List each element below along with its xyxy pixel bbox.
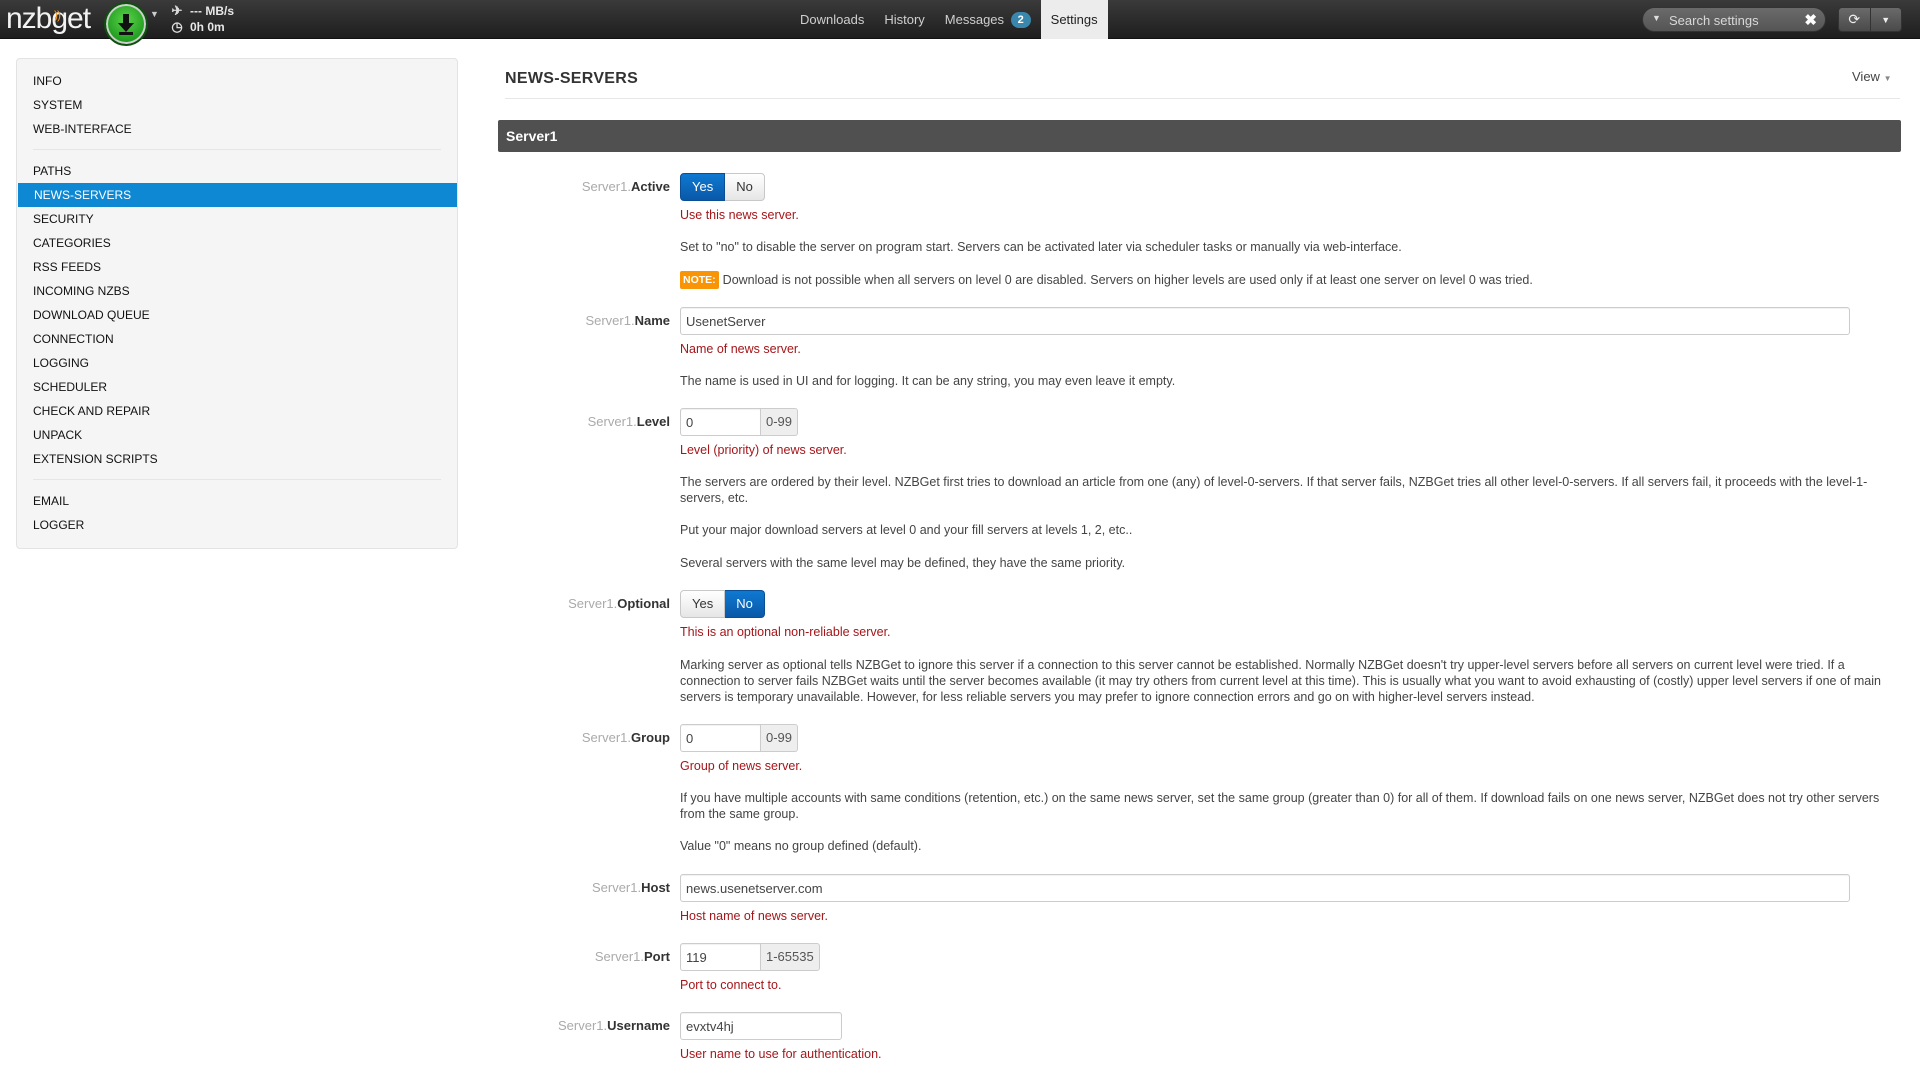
active-description: Use this news server. [680, 208, 799, 222]
refresh-icon[interactable]: ⟳ [1839, 8, 1870, 31]
chevron-down-icon[interactable]: ▼ [150, 9, 159, 19]
group-description: Group of news server. [680, 759, 803, 773]
sidebar-item-web-interface[interactable]: WEB-INTERFACE [17, 117, 457, 141]
sidebar-item-extension-scripts[interactable]: EXTENSION SCRIPTS [17, 447, 457, 471]
active-toggle: Yes No [680, 173, 765, 201]
sidebar-item-unpack[interactable]: UNPACK [17, 423, 457, 447]
port-range: 1-65535 [761, 943, 820, 971]
option-label-group: Server1.Group [581, 730, 670, 745]
group-range: 0-99 [761, 724, 799, 752]
main-nav: Downloads History Messages 2 Settings [790, 0, 1108, 39]
level-help: Several servers with the same level may … [680, 556, 1126, 570]
time-value: 0h 0m [190, 20, 225, 34]
optional-toggle: Yes No [680, 590, 765, 618]
section-header: Server1 [498, 120, 1901, 152]
group-help: Value "0" means no group defined (defaul… [680, 839, 922, 853]
search-box: ▼ ✖ [1642, 7, 1826, 32]
port-description: Port to connect to. [680, 978, 782, 992]
sidebar-item-scheduler[interactable]: SCHEDULER [17, 375, 457, 399]
speed-value: --- MB/s [190, 4, 234, 18]
tab-messages-label: Messages [944, 12, 1005, 27]
group-help: If you have multiple accounts with same … [680, 791, 1880, 821]
active-help: Set to "no" to disable the server on pro… [680, 240, 1402, 254]
level-range: 0-99 [761, 408, 799, 436]
sidebar-item-incoming-nzbs[interactable]: INCOMING NZBS [17, 279, 457, 303]
option-label-username: Server1.Username [557, 1018, 670, 1033]
level-help: Put your major download servers at level… [680, 523, 1133, 537]
download-arrow-icon [118, 14, 134, 35]
option-label-host: Server1.Host [591, 880, 670, 895]
download-toggle-button[interactable] [104, 2, 148, 46]
view-label: View [1852, 69, 1880, 84]
sidebar-item-logger[interactable]: LOGGER [17, 513, 457, 537]
search-input[interactable] [1667, 10, 1797, 30]
optional-no-button[interactable]: No [725, 590, 765, 618]
speed-status[interactable]: ✈ --- MB/s ◷ 0h 0m [170, 3, 234, 35]
optional-description: This is an optional non-reliable server. [680, 625, 891, 639]
option-label-optional: Server1.Optional [568, 596, 670, 611]
sidebar-divider [33, 479, 441, 480]
messages-count-badge: 2 [1010, 12, 1031, 28]
signal-icon: )) [54, 8, 61, 22]
clock-icon: ◷ [171, 19, 183, 34]
port-input[interactable] [680, 943, 761, 971]
sidebar-item-security[interactable]: SECURITY [17, 207, 457, 231]
sidebar-item-connection[interactable]: CONNECTION [17, 327, 457, 351]
sidebar-item-system[interactable]: SYSTEM [17, 93, 457, 117]
option-label-level: Server1.Level [587, 414, 670, 429]
option-label-active: Server1.Active [581, 179, 670, 194]
level-input[interactable] [680, 408, 761, 436]
tab-messages[interactable]: Messages 2 [935, 0, 1041, 39]
option-label-name: Server1.Name [585, 313, 670, 328]
chevron-down-icon[interactable]: ▼ [1869, 8, 1902, 31]
view-menu-button[interactable]: View ▼ [1852, 69, 1892, 84]
note-badge: NOTE: [680, 271, 719, 289]
optional-help: Marking server as optional tells NZBGet … [680, 658, 1881, 704]
settings-sidebar: INFO SYSTEM WEB-INTERFACE PATHS NEWS-SER… [16, 58, 458, 549]
tab-downloads[interactable]: Downloads [790, 0, 874, 39]
level-help: The servers are ordered by their level. … [680, 475, 1868, 505]
sidebar-item-check-and-repair[interactable]: CHECK AND REPAIR [17, 399, 457, 423]
app-logo: nzbget )) [6, 2, 91, 35]
optional-yes-button[interactable]: Yes [680, 590, 726, 618]
sidebar-item-news-servers[interactable]: NEWS-SERVERS [18, 183, 457, 207]
group-input[interactable] [680, 724, 761, 752]
close-icon[interactable]: ✖ [1804, 11, 1817, 29]
host-input[interactable] [680, 874, 1850, 902]
sidebar-divider [33, 149, 441, 150]
sidebar-item-categories[interactable]: CATEGORIES [17, 231, 457, 255]
sidebar-item-rss-feeds[interactable]: RSS FEEDS [17, 255, 457, 279]
username-input[interactable] [680, 1012, 842, 1040]
tab-history[interactable]: History [874, 0, 934, 39]
sidebar-item-paths[interactable]: PATHS [17, 159, 457, 183]
name-help: The name is used in UI and for logging. … [680, 374, 1176, 388]
name-description: Name of news server. [680, 342, 801, 356]
host-description: Host name of news server. [680, 909, 828, 923]
active-note: NOTE: Download is not possible when all s… [680, 271, 1902, 289]
active-no-button[interactable]: No [725, 173, 765, 201]
title-divider [505, 98, 1900, 99]
plane-icon: ✈ [171, 3, 183, 18]
active-yes-button[interactable]: Yes [680, 173, 726, 201]
tab-settings[interactable]: Settings [1040, 0, 1108, 39]
name-input[interactable] [680, 307, 1850, 335]
level-description: Level (priority) of news server. [680, 443, 847, 457]
refresh-button[interactable]: ⟳ ▼ [1838, 7, 1902, 32]
option-label-port: Server1.Port [594, 949, 670, 964]
search-dropdown-icon[interactable]: ▼ [1652, 13, 1661, 23]
sidebar-item-logging[interactable]: LOGGING [17, 351, 457, 375]
sidebar-item-info[interactable]: INFO [17, 69, 457, 93]
sidebar-item-download-queue[interactable]: DOWNLOAD QUEUE [17, 303, 457, 327]
username-description: User name to use for authentication. [680, 1047, 882, 1061]
sidebar-item-email[interactable]: EMAIL [17, 489, 457, 513]
chevron-down-icon: ▼ [1883, 74, 1892, 83]
top-navbar: nzbget )) ▼ ✈ --- MB/s ◷ 0h 0m Downloads… [0, 0, 1920, 46]
page-title: NEWS-SERVERS [505, 70, 639, 87]
